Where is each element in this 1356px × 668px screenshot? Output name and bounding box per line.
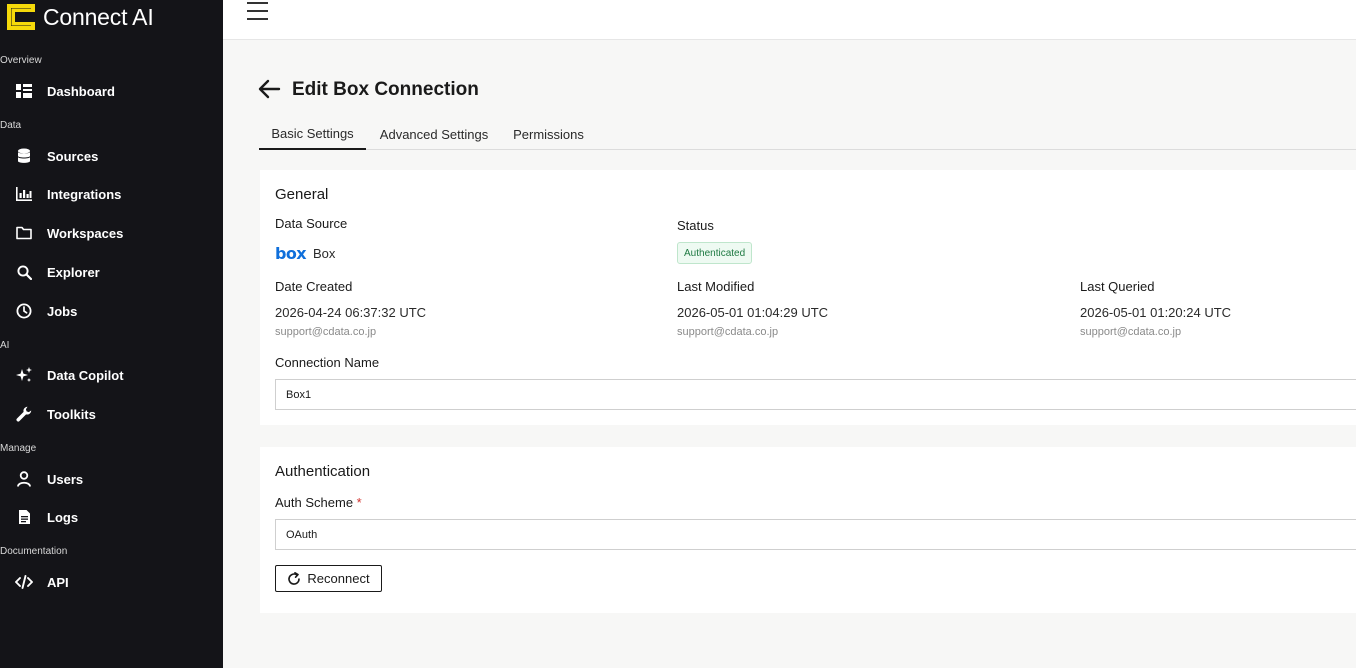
page-title: Edit Box Connection (292, 79, 479, 100)
date-created-value: 2026-04-24 06:37:32 UTC (275, 305, 427, 320)
tab-advanced-settings[interactable]: Advanced Settings (367, 118, 501, 150)
sidebar-item-label: Explorer (47, 264, 100, 280)
refresh-icon (288, 571, 301, 585)
section-data: Data (0, 120, 22, 131)
auth-scheme-label-text: Auth Scheme (275, 495, 354, 510)
tab-bar: Basic Settings Advanced Settings Permiss… (259, 118, 1356, 150)
sidebar-item-dashboard[interactable]: Dashboard (0, 74, 223, 108)
sidebar-item-label: Sources (47, 148, 99, 164)
clock-icon (14, 301, 34, 321)
last-modified-label: Last Modified (677, 279, 755, 294)
sidebar-item-label: Workspaces (47, 225, 124, 241)
tab-basic-settings[interactable]: Basic Settings (259, 118, 366, 150)
last-queried-by: support@cdata.co.jp (1080, 326, 1182, 338)
menu-icon[interactable] (247, 1, 269, 21)
database-icon (14, 146, 34, 166)
sidebar-item-label: Logs (47, 509, 79, 525)
auth-scheme-select[interactable]: OAuth (275, 519, 1356, 550)
sidebar-item-label: Data Copilot (47, 367, 124, 383)
sidebar-item-api[interactable]: API (0, 565, 223, 599)
sidebar-item-logs[interactable]: Logs (0, 500, 223, 534)
section-ai: AI (0, 340, 10, 351)
top-bar (223, 0, 1356, 40)
sidebar: Connect AI Overview Dashboard Data Sourc… (0, 0, 223, 668)
section-manage: Manage (0, 443, 37, 454)
authentication-title: Authentication (275, 463, 371, 480)
sidebar-item-workspaces[interactable]: Workspaces (0, 216, 223, 250)
general-title: General (275, 186, 329, 203)
sidebar-item-jobs[interactable]: Jobs (0, 294, 223, 328)
sidebar-item-integrations[interactable]: Integrations (0, 177, 223, 211)
connection-name-input[interactable]: Box1 (275, 379, 1356, 410)
sidebar-item-label: Toolkits (47, 406, 96, 422)
brand-name: Connect AI (43, 3, 154, 30)
sidebar-item-label: Integrations (47, 186, 122, 202)
bar-chart-icon (14, 184, 34, 204)
general-card: General Data Source box Box Status Authe… (260, 170, 1356, 425)
connection-name-label: Connection Name (275, 355, 380, 370)
auth-scheme-label: Auth Scheme * (275, 495, 362, 510)
search-icon (14, 262, 34, 282)
sidebar-item-toolkits[interactable]: Toolkits (0, 397, 223, 431)
date-created-by: support@cdata.co.jp (275, 326, 377, 338)
last-modified-value: 2026-05-01 01:04:29 UTC (677, 305, 829, 320)
data-source-label: Data Source (275, 216, 348, 231)
dashboard-icon (14, 81, 34, 101)
sidebar-item-label: Dashboard (47, 83, 115, 99)
folder-icon (14, 223, 34, 243)
authentication-card: Authentication Auth Scheme * OAuth Recon… (260, 447, 1356, 613)
date-created-label: Date Created (275, 279, 353, 294)
section-overview: Overview (0, 55, 42, 66)
user-icon (14, 469, 34, 489)
required-mark: * (356, 495, 362, 510)
document-icon (14, 507, 34, 527)
sidebar-item-explorer[interactable]: Explorer (0, 255, 223, 289)
status-label: Status (677, 218, 714, 233)
sidebar-item-sources[interactable]: Sources (0, 139, 223, 173)
sidebar-item-users[interactable]: Users (0, 462, 223, 496)
data-source: box Box (275, 244, 336, 263)
last-modified-by: support@cdata.co.jp (677, 326, 779, 338)
last-queried-label: Last Queried (1080, 279, 1155, 294)
reconnect-label: Reconnect (307, 571, 370, 586)
last-queried-value: 2026-05-01 01:20:24 UTC (1080, 305, 1232, 320)
sidebar-item-data-copilot[interactable]: Data Copilot (0, 358, 223, 392)
code-icon (14, 572, 34, 592)
brand[interactable]: Connect AI (6, 3, 154, 31)
sidebar-item-label: Users (47, 471, 84, 487)
sidebar-item-label: API (47, 574, 69, 590)
box-logo-icon: box (275, 244, 307, 263)
reconnect-button[interactable]: Reconnect (275, 565, 382, 592)
tab-permissions[interactable]: Permissions (504, 118, 593, 150)
wrench-icon (14, 404, 34, 424)
section-documentation: Documentation (0, 546, 68, 557)
data-source-value: Box (312, 246, 336, 261)
sidebar-item-label: Jobs (47, 303, 78, 319)
status-badge: Authenticated (677, 242, 753, 264)
back-arrow-icon[interactable] (258, 78, 282, 100)
sparkles-icon (14, 365, 34, 385)
connect-ai-logo-icon (6, 3, 36, 31)
